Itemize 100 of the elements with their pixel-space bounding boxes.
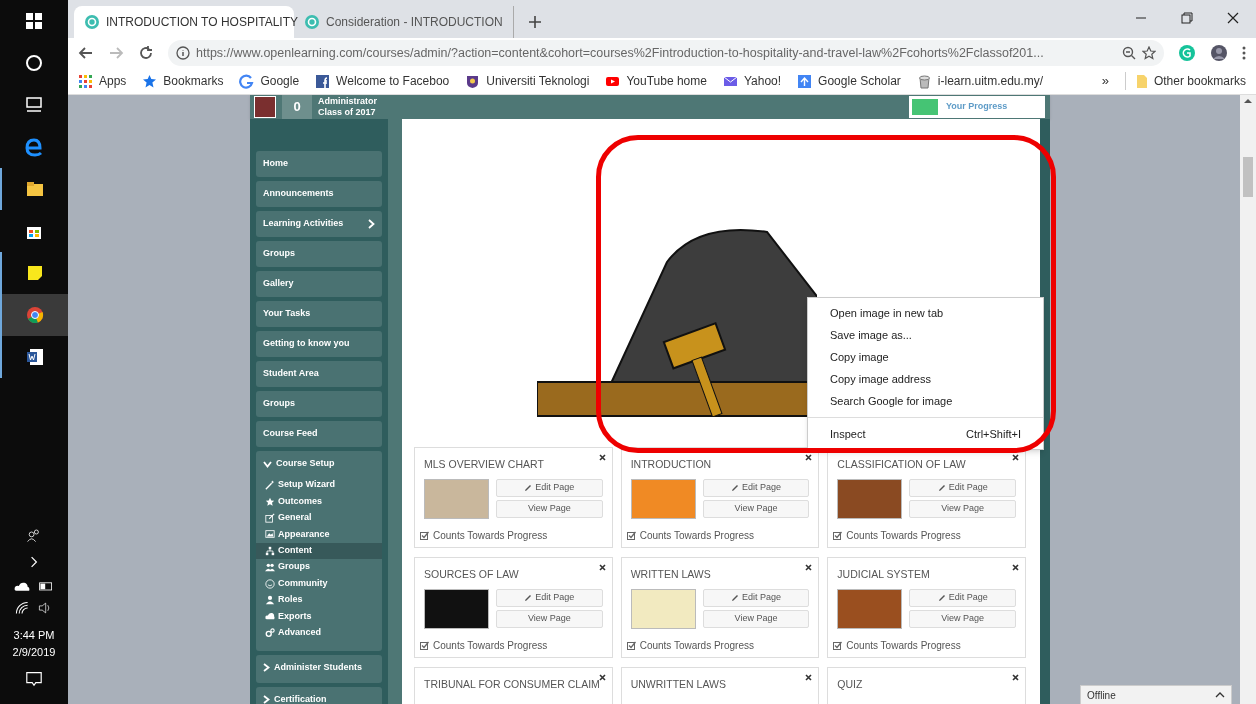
sidebar-item[interactable]: Home: [256, 151, 382, 177]
notification-icon[interactable]: [25, 670, 43, 688]
sidebar-subitem[interactable]: General: [256, 509, 382, 527]
checked-box-icon[interactable]: [833, 530, 843, 540]
scroll-up-arrow[interactable]: [1244, 99, 1252, 103]
sidebar-subitem[interactable]: Roles: [256, 591, 382, 609]
f-square-icon: [315, 73, 331, 89]
bookmark-link[interactable]: i-learn.uitm.edu.my/: [916, 72, 1044, 90]
people-icon[interactable]: [26, 528, 42, 544]
sidebar-item[interactable]: Your Tasks: [256, 301, 382, 327]
edit-page-button[interactable]: Edit Page: [909, 588, 1016, 607]
view-page-button[interactable]: View Page: [909, 609, 1016, 628]
menu-icon[interactable]: [1242, 46, 1246, 60]
battery-icon[interactable]: [38, 580, 54, 592]
users-icon: [265, 562, 275, 573]
windows-logo-icon[interactable]: [24, 11, 44, 31]
checked-box-icon[interactable]: [833, 640, 843, 650]
close-icon[interactable]: [1012, 454, 1019, 461]
bookmark-link[interactable]: Welcome to Faceboo: [315, 72, 450, 90]
overflow-chevron[interactable]: »: [1101, 71, 1109, 91]
view-page-button[interactable]: View Page: [496, 609, 603, 628]
scrollbar-thumb[interactable]: [1243, 157, 1253, 197]
caret-up-icon[interactable]: [1215, 692, 1225, 698]
checked-box-icon[interactable]: [420, 640, 429, 650]
wifi-icon[interactable]: [15, 601, 29, 615]
browser-e-icon[interactable]: [24, 137, 44, 157]
edit-page-button[interactable]: Edit Page: [702, 588, 810, 607]
sidebar-subitem[interactable]: Outcomes: [256, 493, 382, 510]
reload-icon[interactable]: [138, 45, 154, 61]
bookmark-link[interactable]: Bookmarks: [142, 72, 224, 90]
sidebar-subitem[interactable]: Community: [256, 575, 382, 592]
view-page-button[interactable]: View Page: [909, 499, 1016, 518]
bookmark-folder[interactable]: Other bookmarks: [1124, 72, 1246, 90]
back-arrow-icon[interactable]: [78, 45, 94, 61]
sidebar-subitem[interactable]: Setup Wizard: [256, 477, 382, 494]
folder-icon[interactable]: [25, 179, 45, 199]
points-counter: 0: [282, 95, 312, 119]
checked-box-icon[interactable]: [420, 530, 429, 540]
sidebar-item[interactable]: Gallery: [256, 271, 382, 297]
new-tab-plus-icon[interactable]: [528, 15, 542, 29]
task-view-icon[interactable]: [24, 95, 44, 115]
restore-icon[interactable]: [1180, 11, 1194, 25]
menu-item[interactable]: Search Google for image: [808, 390, 1043, 412]
edit-page-button[interactable]: Edit Page: [496, 478, 603, 497]
sidebar-subitem[interactable]: Content: [256, 542, 382, 559]
close-icon[interactable]: [598, 674, 606, 681]
chrome-icon[interactable]: [25, 305, 45, 325]
edit-page-button[interactable]: Edit Page: [702, 478, 810, 497]
menu-item[interactable]: Inspect Ctrl+Shift+I: [808, 423, 1043, 445]
sidebar-section-header[interactable]: Certification: [256, 686, 382, 704]
menu-item[interactable]: Save image as...: [808, 324, 1043, 346]
sidebar-item[interactable]: Announcements: [256, 181, 382, 207]
close-icon[interactable]: [1012, 674, 1019, 681]
avatar-icon[interactable]: [1210, 44, 1228, 62]
crest-icon: [465, 73, 481, 89]
sidebar-section-header[interactable]: Administer Students: [256, 654, 382, 681]
menu-item[interactable]: Copy image: [808, 346, 1043, 368]
close-icon[interactable]: [598, 454, 606, 461]
cloud-icon[interactable]: [14, 580, 30, 592]
sidebar-item[interactable]: Student Area: [256, 361, 382, 387]
checked-box-icon[interactable]: [626, 640, 636, 650]
close-icon[interactable]: [805, 564, 813, 571]
view-page-button[interactable]: View Page: [702, 499, 810, 518]
menu-item[interactable]: Open image in new tab: [808, 302, 1043, 324]
search-icon[interactable]: [24, 53, 44, 73]
sidebar-item[interactable]: Course Feed: [256, 421, 382, 447]
bookmark-link[interactable]: Yahoo!: [722, 72, 782, 90]
close-icon[interactable]: [598, 564, 606, 571]
bookmark-link[interactable]: Universiti Teknologi: [465, 72, 590, 90]
star-outline-icon[interactable]: [1142, 46, 1156, 60]
address-bar[interactable]: https://www.openlearning.com/courses/admin/?action=content&cohort=courses%2Fintroduction-to-hospitality-and-travel-law%2Fcohorts%2Fclassof201...: [168, 40, 1164, 66]
sidebar-item[interactable]: Groups: [256, 391, 382, 417]
sticky-note-icon[interactable]: [25, 263, 45, 283]
bookmark-link[interactable]: Apps: [78, 72, 127, 90]
edit-page-button[interactable]: Edit Page: [496, 588, 603, 607]
sidebar-subitem[interactable]: Groups: [256, 558, 382, 576]
zoom-icon[interactable]: [1122, 46, 1136, 60]
menu-item[interactable]: Copy image address: [808, 368, 1043, 390]
close-icon[interactable]: [1012, 564, 1019, 571]
sidebar-subitem[interactable]: Appearance: [256, 526, 382, 543]
sidebar-item[interactable]: Learning Activities: [256, 211, 382, 237]
view-page-button[interactable]: View Page: [496, 499, 603, 518]
bookmark-link[interactable]: Google Scholar: [797, 72, 901, 90]
sidebar-section-header[interactable]: Course Setup: [256, 451, 382, 477]
close-icon[interactable]: [805, 454, 813, 461]
bookmark-link[interactable]: YouTube home: [605, 72, 707, 90]
sidebar-item[interactable]: Getting to know you: [256, 331, 382, 357]
sidebar-subitem[interactable]: Advanced: [256, 624, 382, 641]
bookmark-link[interactable]: Google: [239, 72, 300, 90]
info-icon[interactable]: [176, 46, 190, 60]
edit-icon: [265, 512, 275, 523]
view-page-button[interactable]: View Page: [702, 609, 810, 628]
sidebar-subitem[interactable]: Exports: [256, 608, 382, 625]
close-icon[interactable]: [805, 674, 813, 681]
card-title: WRITTEN LAWS: [630, 567, 712, 582]
edit-page-button[interactable]: Edit Page: [909, 478, 1016, 497]
close-icon[interactable]: [1226, 11, 1240, 25]
document-w-icon[interactable]: [25, 347, 45, 367]
checked-box-icon[interactable]: [626, 530, 636, 540]
sidebar-item[interactable]: Groups: [256, 241, 382, 267]
